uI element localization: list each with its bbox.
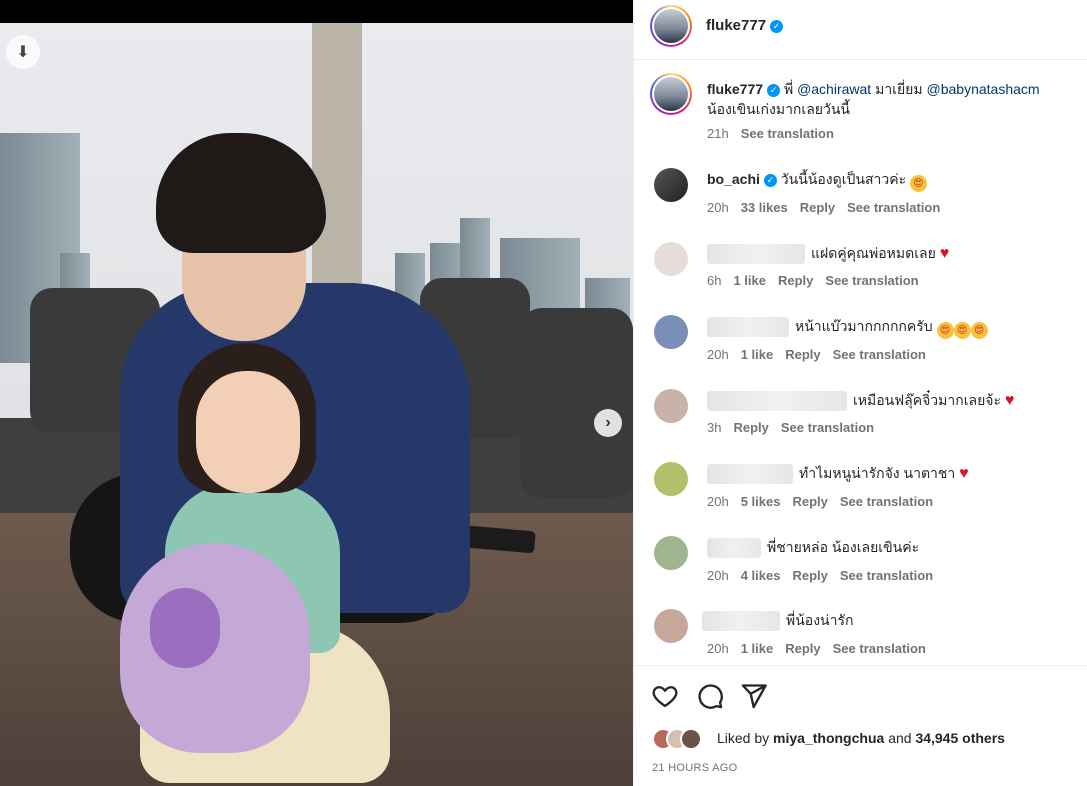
comment-text: ทำไมหนูน่ารักจัง นาตาชา ♥ — [707, 463, 969, 485]
comment-avatar[interactable] — [654, 536, 688, 570]
comment-icon[interactable] — [696, 682, 724, 710]
comment-avatar[interactable] — [654, 168, 688, 202]
comment-likes[interactable]: 5 likes — [741, 494, 781, 509]
heart-icon[interactable] — [651, 682, 679, 710]
post-header: fluke777 ✓ — [634, 0, 1087, 60]
post-timestamp[interactable]: 21 HOURS AGO — [652, 762, 738, 774]
caption-avatar[interactable] — [650, 73, 692, 115]
caption-username[interactable]: fluke777 — [707, 81, 763, 97]
post-sidebar: fluke777 ✓ fluke777 ✓ พี่ @achirawat มาเยี… — [633, 0, 1087, 786]
comment-avatar[interactable] — [654, 315, 688, 349]
reply-button[interactable]: Reply — [792, 568, 827, 583]
comment-text: เหมือนฟลุ๊คจิ๋วมากเลยจ้ะ ♥ — [707, 390, 1015, 412]
heart-emoji-icon: ♥ — [1004, 392, 1015, 409]
comment-avatar[interactable] — [654, 462, 688, 496]
reply-button[interactable]: Reply — [785, 347, 820, 362]
comment-likes[interactable]: 33 likes — [741, 200, 788, 215]
next-photo-button[interactable]: › — [594, 409, 622, 437]
download-icon[interactable]: ⬇ — [6, 35, 40, 69]
comment-meta: 20h 1 like Reply See translation — [707, 347, 926, 362]
heart-emoji-icon: ♥ — [959, 465, 969, 482]
comment-likes[interactable]: 1 like — [741, 347, 774, 362]
liked-by-text: Liked by miya_thongchua and 34,945 other… — [717, 730, 1005, 746]
see-translation-link[interactable]: See translation — [840, 568, 933, 583]
post-actions: Liked by miya_thongchua and 34,945 other… — [634, 665, 1087, 786]
comment-meta: 20h 5 likes Reply See translation — [707, 494, 934, 509]
liked-by-user[interactable]: miya_thongchua — [773, 730, 884, 746]
photo-scene — [0, 23, 633, 786]
verified-icon: ✓ — [767, 84, 781, 97]
see-translation-link[interactable]: See translation — [833, 347, 926, 362]
verified-icon: ✓ — [770, 20, 784, 33]
blurred-username — [707, 317, 789, 338]
comment-meta: 20h 1 like Reply See translation — [707, 641, 926, 656]
reply-button[interactable]: Reply — [785, 641, 820, 656]
comment-text: bo_achi ✓ วันนี้น้องดูเป็นสาวค่ะ 😍 — [707, 169, 927, 192]
caption-meta: 21h See translation — [707, 126, 834, 141]
comment-text: แฝดคู่คุณพ่อหมดเลย ♥ — [707, 243, 950, 265]
reply-button[interactable]: Reply — [800, 200, 835, 215]
heart-eyes-emoji-icon: 😍 — [910, 175, 927, 192]
comment-likes[interactable]: 1 like — [741, 641, 774, 656]
reply-button[interactable]: Reply — [792, 494, 827, 509]
see-translation-link[interactable]: See translation — [840, 494, 933, 509]
author-username[interactable]: fluke777 ✓ — [706, 17, 784, 34]
mention-link[interactable]: @achirawat — [797, 81, 871, 97]
heart-emoji-icon: ♥ — [939, 245, 950, 262]
comment-likes[interactable]: 4 likes — [741, 568, 781, 583]
comment-meta: 20h 4 likes Reply See translation — [707, 568, 934, 583]
mention-link[interactable]: @babynatashacm — [927, 81, 1040, 97]
blurred-username — [707, 464, 793, 485]
comment-meta: 20h 33 likes Reply See translation — [707, 200, 941, 215]
see-translation-link[interactable]: See translation — [847, 200, 940, 215]
likes-count[interactable]: 34,945 others — [915, 730, 1005, 746]
author-avatar[interactable] — [650, 5, 692, 47]
post-photo[interactable]: ⬇ › — [0, 0, 633, 786]
blurred-username — [707, 538, 761, 559]
see-translation-link[interactable]: See translation — [741, 126, 834, 141]
comment-avatar[interactable] — [654, 389, 688, 423]
see-translation-link[interactable]: See translation — [833, 641, 926, 656]
comment-text: หน้าแบ๊วมากกกกกครับ 😍 😍 😍 — [707, 316, 988, 339]
heart-eyes-emoji-icon: 😍 — [936, 322, 954, 339]
comment-avatar[interactable] — [654, 609, 688, 643]
reply-button[interactable]: Reply — [778, 273, 813, 288]
liked-by-avatars[interactable] — [652, 728, 712, 750]
comment-avatar[interactable] — [654, 242, 688, 276]
see-translation-link[interactable]: See translation — [781, 420, 874, 435]
comment-likes[interactable]: 1 like — [733, 273, 766, 288]
comments-list[interactable]: fluke777 ✓ พี่ @achirawat มาเยี่ยม @babyn… — [634, 61, 1087, 665]
comment-text: พี่น้องน่ารัก — [702, 610, 853, 632]
heart-eyes-emoji-icon: 😍 — [970, 322, 988, 339]
comment-username[interactable]: bo_achi — [707, 171, 760, 187]
blurred-username — [707, 244, 805, 265]
heart-eyes-emoji-icon: 😍 — [953, 322, 971, 339]
comment-meta: 3h Reply See translation — [707, 420, 875, 435]
comment-meta: 6h 1 like Reply See translation — [707, 273, 919, 288]
share-icon[interactable] — [740, 682, 768, 710]
blurred-username — [702, 611, 780, 632]
verified-icon: ✓ — [763, 174, 777, 187]
reply-button[interactable]: Reply — [733, 420, 768, 435]
comment-text: พี่ชายหล่อ น้องเลยเขินค่ะ — [707, 537, 919, 559]
see-translation-link[interactable]: See translation — [825, 273, 918, 288]
blurred-username — [707, 391, 847, 412]
caption-text: fluke777 ✓ พี่ @achirawat มาเยี่ยม @babyn… — [707, 81, 1040, 117]
